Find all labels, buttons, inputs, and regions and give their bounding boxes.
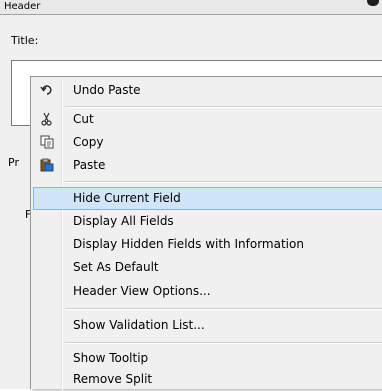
menu-item-undo-paste[interactable]: Undo Paste [33, 79, 382, 102]
menu-item-label: Paste [73, 158, 106, 172]
menu-item-label: Display Hidden Fields with Information [73, 237, 304, 251]
header-label: Header [4, 1, 41, 12]
menu-item-remove-split[interactable]: Remove Split [33, 368, 382, 391]
menu-item-label: Show Tooltip [73, 351, 149, 365]
menu-separator [65, 181, 382, 183]
menu-item-label: Copy [73, 135, 104, 149]
menu-item-paste[interactable]: Paste [33, 154, 382, 177]
menu-separator [65, 308, 382, 310]
menu-item-label: Show Validation List... [73, 318, 205, 332]
menu-item-label: Cut [73, 112, 94, 126]
menu-item-set-as-default[interactable]: Set As Default [33, 256, 382, 279]
copy-icon [39, 135, 55, 151]
menu-item-copy[interactable]: Copy [33, 131, 382, 154]
menu-item-display-hidden-fields[interactable]: Display Hidden Fields with Information [33, 233, 382, 256]
menu-separator [65, 342, 382, 344]
menu-item-show-tooltip[interactable]: Show Tooltip [33, 347, 382, 370]
undo-icon [39, 83, 55, 99]
menu-item-label: Hide Current Field [73, 191, 181, 205]
obscured-label-pr: Pr [8, 156, 19, 169]
menu-item-cut[interactable]: Cut [33, 108, 382, 131]
scissors-icon [39, 112, 55, 128]
menu-item-label: Set As Default [73, 260, 159, 274]
menu-separator [65, 106, 382, 108]
menu-item-label: Undo Paste [73, 83, 141, 97]
paste-icon [39, 158, 55, 174]
menu-item-display-all-fields[interactable]: Display All Fields [33, 210, 382, 233]
title-label: Title: [11, 34, 39, 47]
menu-item-show-validation-list[interactable]: Show Validation List... [33, 314, 382, 337]
menu-item-header-view-options[interactable]: Header View Options... [33, 280, 382, 303]
menu-item-label: Header View Options... [73, 284, 211, 298]
context-menu: Undo Paste Cut Copy Paste Hide Current F… [30, 76, 382, 391]
menu-item-label: Display All Fields [73, 214, 174, 228]
header-bar: Header [0, 0, 382, 15]
menu-item-label: Remove Split [73, 372, 153, 386]
menu-item-hide-current-field[interactable]: Hide Current Field [33, 187, 382, 210]
